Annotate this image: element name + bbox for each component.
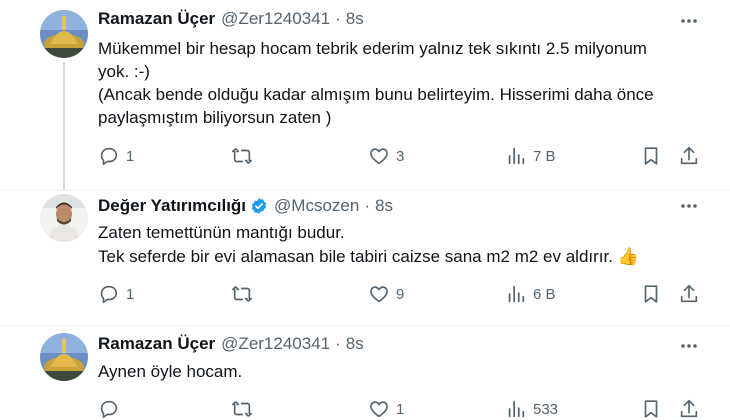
reply-button[interactable]: 1: [98, 282, 134, 306]
tweet-text: Mükemmel bir hesap hocam tebrik ederim y…: [98, 37, 698, 129]
author-handle[interactable]: @Zer1240341: [221, 334, 330, 354]
share-icon: [680, 146, 698, 165]
separator-dot: ·: [335, 9, 341, 28]
reply-icon: [100, 285, 118, 304]
more-dots-icon[interactable]: [678, 195, 700, 217]
action-bar: 1 533: [98, 397, 703, 420]
views-count: 6 B: [533, 285, 556, 303]
retweet-button[interactable]: [231, 397, 259, 420]
retweet-button[interactable]: [231, 144, 259, 168]
author-name[interactable]: Ramazan Üçer: [98, 9, 215, 29]
reply-icon: [100, 147, 118, 166]
retweet-button[interactable]: [231, 282, 259, 306]
avatar[interactable]: [40, 333, 88, 381]
like-count: 9: [396, 285, 405, 303]
tweet-3[interactable]: Ramazan Üçer @Zer1240341 · 8s Aynen öyle…: [0, 326, 730, 420]
reply-count: 1: [126, 147, 135, 165]
share-button[interactable]: [678, 144, 700, 168]
views-icon: [508, 147, 525, 165]
bookmark-button[interactable]: [640, 144, 662, 168]
reply-button[interactable]: [98, 397, 126, 420]
timestamp[interactable]: 8s: [375, 196, 393, 216]
tweet-text-line: paylaşmıştım biliyorsun zaten ): [98, 108, 332, 127]
retweet-icon: [232, 148, 252, 164]
separator-dot: ·: [364, 196, 370, 215]
tweet-text: Zaten temettünün mantığı budur. Tek sefe…: [98, 221, 698, 269]
like-icon: [370, 401, 388, 418]
reply-count: 1: [126, 285, 135, 303]
like-count: 3: [396, 147, 405, 165]
tweet-text-line: Mükemmel bir hesap hocam tebrik ederim y…: [98, 39, 647, 58]
timestamp[interactable]: 8s: [346, 9, 364, 29]
bookmark-icon: [644, 285, 658, 303]
bookmark-button[interactable]: [640, 397, 662, 420]
tweet-text-line: Aynen öyle hocam.: [98, 362, 243, 381]
share-button[interactable]: [678, 282, 700, 306]
avatar[interactable]: [40, 10, 88, 58]
author-name[interactable]: Değer Yatırımcılığı: [98, 196, 246, 216]
views-count: 7 B: [533, 147, 556, 165]
like-button[interactable]: 9: [368, 282, 404, 306]
tweet-2[interactable]: Değer Yatırımcılığı @Mcsozen · 8s Zaten …: [0, 191, 730, 325]
retweet-icon: [232, 401, 252, 417]
like-icon: [370, 286, 388, 303]
like-icon: [370, 148, 388, 165]
share-button[interactable]: [678, 397, 700, 420]
retweet-icon: [232, 286, 252, 302]
tweet-text-line: yok. :-): [98, 62, 150, 81]
tweet-header: Ramazan Üçer @Zer1240341 · 8s: [98, 9, 364, 29]
tweet-text-line: Tek seferde bir evi alamasan bile tabiri…: [98, 247, 639, 266]
author-name[interactable]: Ramazan Üçer: [98, 334, 215, 354]
bookmark-button[interactable]: [640, 282, 662, 306]
tweet-header: Değer Yatırımcılığı @Mcsozen · 8s: [98, 196, 393, 216]
views-button[interactable]: 7 B: [505, 144, 556, 168]
views-icon: [508, 285, 525, 303]
bookmark-icon: [644, 147, 658, 165]
timestamp[interactable]: 8s: [346, 334, 364, 354]
thread-line: [63, 62, 65, 190]
reply-icon: [100, 400, 118, 419]
separator-dot: ·: [335, 334, 341, 353]
avatar[interactable]: [40, 194, 88, 242]
more-dots-icon[interactable]: [678, 335, 700, 357]
author-handle[interactable]: @Zer1240341: [221, 9, 330, 29]
author-handle[interactable]: @Mcsozen: [274, 196, 359, 216]
bookmark-icon: [644, 400, 658, 418]
tweet-text: Aynen öyle hocam.: [98, 360, 698, 383]
like-count: 1: [396, 400, 405, 418]
action-bar: 1 9 6 B: [98, 282, 703, 306]
more-dots-icon[interactable]: [678, 10, 700, 32]
like-button[interactable]: 1: [368, 397, 404, 420]
views-icon: [508, 400, 525, 418]
action-bar: 1 3 7 B: [98, 144, 703, 168]
tweet-header: Ramazan Üçer @Zer1240341 · 8s: [98, 334, 364, 354]
share-icon: [680, 284, 698, 303]
verified-badge-icon: [250, 197, 268, 215]
views-button[interactable]: 533: [505, 397, 558, 420]
share-icon: [680, 399, 698, 418]
views-button[interactable]: 6 B: [505, 282, 556, 306]
reply-button[interactable]: 1: [98, 144, 134, 168]
like-button[interactable]: 3: [368, 144, 404, 168]
tweet-text-line: Zaten temettünün mantığı budur.: [98, 223, 345, 242]
tweet-text-line: (Ancak bende olduğu kadar almışım bunu b…: [98, 85, 654, 104]
tweet-1[interactable]: Ramazan Üçer @Zer1240341 · 8s Mükemmel b…: [0, 0, 730, 190]
views-count: 533: [533, 400, 559, 418]
